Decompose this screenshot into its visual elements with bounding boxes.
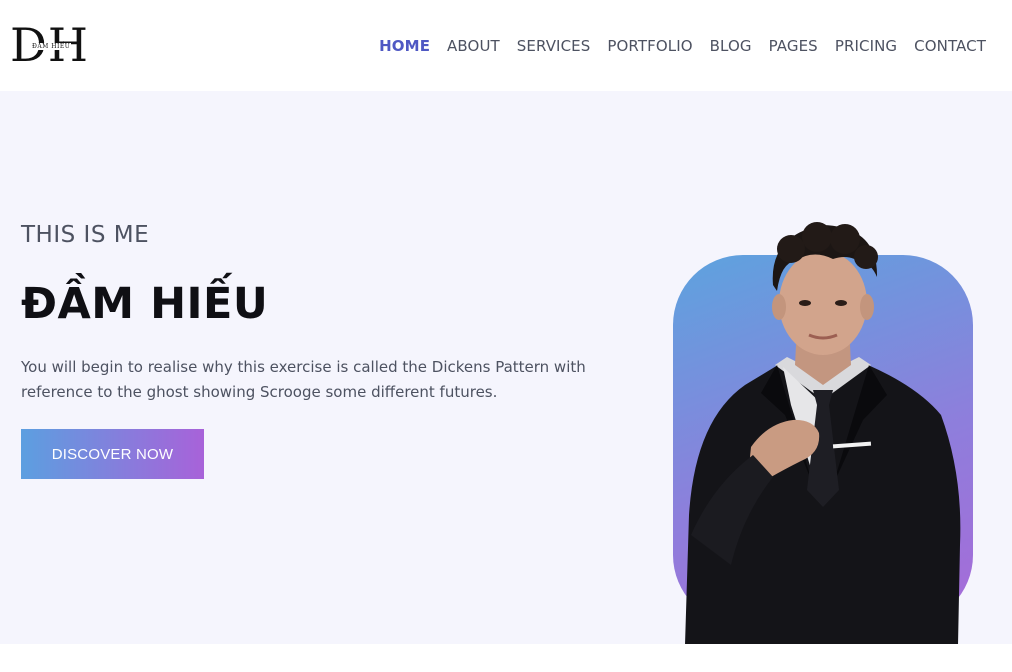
main-navigation: HOME ABOUT SERVICES PORTFOLIO BLOG PAGES…: [379, 37, 986, 55]
hero-title: ĐẦM HIẾU: [21, 279, 269, 329]
logo-subtitle: ĐẦM HIẾU: [31, 43, 72, 50]
nav-item-portfolio[interactable]: PORTFOLIO: [607, 37, 692, 55]
discover-now-button[interactable]: DISCOVER NOW: [21, 429, 204, 479]
site-header: DH ĐẦM HIẾU HOME ABOUT SERVICES PORTFOLI…: [0, 0, 1012, 91]
profile-photo: [673, 215, 973, 644]
brand-logo[interactable]: DH ĐẦM HIẾU: [10, 22, 96, 70]
nav-item-pricing[interactable]: PRICING: [835, 37, 897, 55]
hero-description: You will begin to realise why this exerc…: [21, 358, 586, 401]
nav-item-contact[interactable]: CONTACT: [914, 37, 986, 55]
page-bottom-strip: [0, 644, 1012, 672]
nav-item-blog[interactable]: BLOG: [710, 37, 752, 55]
hero-section: THIS IS ME ĐẦM HIẾU You will begin to re…: [0, 91, 1012, 644]
nav-item-services[interactable]: SERVICES: [517, 37, 591, 55]
nav-item-pages[interactable]: PAGES: [769, 37, 818, 55]
nav-item-home[interactable]: HOME: [379, 37, 430, 55]
portrait-illustration: [685, 222, 961, 644]
hero-eyebrow: THIS IS ME: [21, 222, 150, 248]
nav-item-about[interactable]: ABOUT: [447, 37, 500, 55]
